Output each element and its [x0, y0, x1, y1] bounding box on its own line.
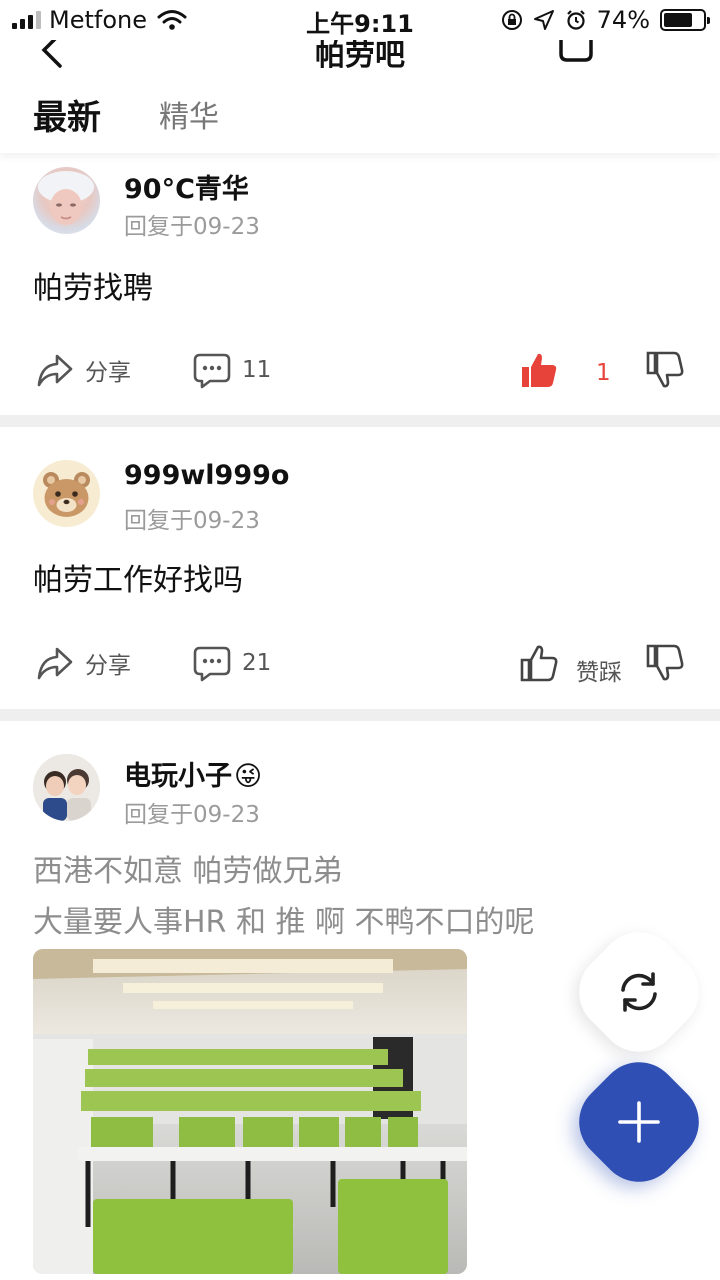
- avatar[interactable]: [33, 460, 100, 527]
- post-meta: 回复于09-23: [124, 214, 260, 240]
- post-content-line-1: 西港不如意 帕劳做兄弟: [33, 854, 343, 889]
- refresh-icon: [621, 972, 657, 1012]
- username-emoji: 😜: [234, 761, 263, 792]
- comment-count: 11: [242, 357, 272, 383]
- like-button[interactable]: [519, 350, 559, 390]
- post-card[interactable]: 90°C青华 回复于09-23 帕劳找聘 分享 11 1: [0, 153, 720, 415]
- like-label: 赞踩: [576, 660, 622, 686]
- tab-featured[interactable]: 精华: [159, 92, 219, 136]
- avatar[interactable]: [33, 754, 100, 821]
- share-label: 分享: [85, 653, 131, 679]
- share-icon: [37, 354, 73, 387]
- comment-count: 21: [242, 650, 272, 676]
- comment-icon: [193, 353, 231, 389]
- plus-icon: [618, 1101, 660, 1143]
- location-arrow-icon: [533, 10, 554, 30]
- post-image[interactable]: [33, 949, 467, 1274]
- post-content-line-2: 大量要人事HR 和 推 啊 不鸭不口的呢: [33, 905, 535, 940]
- like-button[interactable]: [519, 643, 559, 683]
- battery-percent: 74%: [596, 6, 650, 34]
- share-label: 分享: [85, 360, 131, 386]
- username[interactable]: 90°C青华: [124, 167, 249, 206]
- post-actions: 分享 21 赞踩: [0, 633, 720, 693]
- like-count: 1: [596, 360, 611, 386]
- username-text: 电玩小子: [124, 761, 232, 792]
- rotation-lock-icon: [501, 10, 522, 30]
- post-card[interactable]: 999wl999o 回复于09-23 帕劳工作好找吗 分享 21 赞踩: [0, 427, 720, 709]
- post-meta: 回复于09-23: [124, 802, 260, 828]
- post-actions: 分享 11 1: [0, 340, 720, 400]
- status-bar: Metfone 上午9:11 74%: [0, 0, 720, 40]
- avatar[interactable]: [33, 167, 100, 234]
- comment-button[interactable]: 11: [192, 350, 271, 390]
- post-content: 帕劳找聘: [33, 271, 153, 306]
- post-meta: 回复于09-23: [124, 508, 260, 534]
- classroom-photo: [33, 949, 467, 1274]
- thumb-down-icon: [646, 644, 684, 681]
- battery-icon: [660, 9, 710, 31]
- tab-latest[interactable]: 最新: [33, 90, 101, 139]
- post-divider: [0, 415, 720, 427]
- thumb-up-icon: [520, 645, 558, 682]
- comment-icon: [193, 646, 231, 682]
- status-right: 74%: [501, 6, 710, 34]
- username[interactable]: 电玩小子😜: [124, 754, 262, 793]
- post-content: 帕劳工作好找吗: [33, 563, 243, 598]
- dislike-button[interactable]: [645, 643, 685, 683]
- share-icon: [37, 647, 73, 680]
- tab-bar: 最新 精华: [0, 68, 720, 153]
- alarm-icon: [566, 10, 585, 30]
- username[interactable]: 999wl999o: [124, 460, 289, 491]
- share-button[interactable]: 分享: [35, 350, 131, 390]
- thumb-down-icon: [646, 351, 684, 388]
- post-divider: [0, 709, 720, 721]
- share-button[interactable]: 分享: [35, 643, 131, 683]
- thumb-up-icon: [522, 353, 557, 387]
- dislike-button[interactable]: [645, 350, 685, 390]
- comment-button[interactable]: 21: [192, 643, 271, 683]
